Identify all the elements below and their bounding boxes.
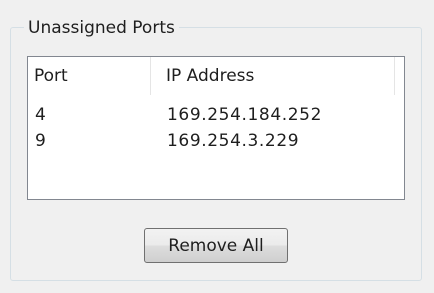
column-header-ip-address[interactable]: IP Address <box>166 57 396 95</box>
ports-list[interactable]: Port IP Address 4 169.254.184.252 9 169.… <box>27 56 405 200</box>
column-header-port[interactable]: Port <box>34 57 142 95</box>
ip-address-cell: 169.254.3.229 <box>167 131 300 151</box>
ip-address-cell: 169.254.184.252 <box>167 105 323 125</box>
port-cell: 9 <box>35 131 46 151</box>
table-row[interactable]: 9 169.254.3.229 <box>28 128 404 154</box>
column-separator[interactable] <box>150 57 151 95</box>
column-separator[interactable] <box>394 57 395 95</box>
list-header: Port IP Address <box>28 57 404 95</box>
group-title: Unassigned Ports <box>24 17 179 39</box>
table-row[interactable]: 4 169.254.184.252 <box>28 102 404 128</box>
port-cell: 4 <box>35 105 46 125</box>
remove-all-button[interactable]: Remove All <box>144 228 288 263</box>
